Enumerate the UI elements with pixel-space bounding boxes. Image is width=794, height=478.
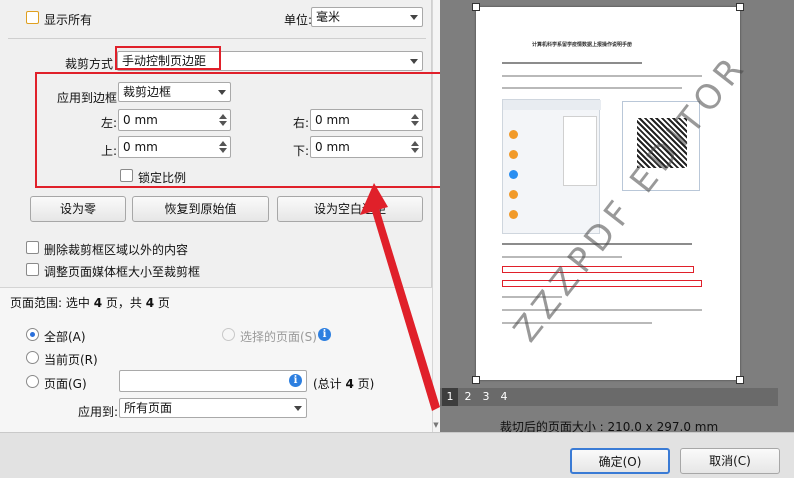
- unit-select[interactable]: 毫米: [311, 7, 423, 27]
- page-range-prefix: 页面范围: 选中: [10, 296, 94, 310]
- app-icon: [509, 170, 518, 179]
- page-number-button[interactable]: 2: [460, 388, 476, 406]
- pages-label: 页面(G): [44, 377, 87, 391]
- cancel-button[interactable]: 取消(C): [680, 448, 780, 474]
- page-thumbnail-bar: 1 2 3 4: [440, 388, 778, 406]
- selected-pages-radio[interactable]: [222, 328, 235, 341]
- pages-input[interactable]: [119, 370, 307, 392]
- doc-red-highlight: [502, 280, 702, 287]
- divider: [8, 38, 426, 39]
- app-icon: [509, 150, 518, 159]
- apply-to-label: 应用到:: [78, 405, 119, 419]
- delete-outside-checkbox[interactable]: [26, 241, 39, 254]
- all-pages-label: 全部(A): [44, 330, 86, 344]
- doc-phone-screenshot: [502, 99, 601, 234]
- chevron-down-icon: [294, 406, 302, 411]
- doc-heading-line: [502, 62, 642, 64]
- crop-handle-bottom-right[interactable]: [736, 376, 744, 384]
- ok-button[interactable]: 确定(O): [570, 448, 670, 474]
- app-icon: [509, 130, 518, 139]
- highlight-margin-settings: [35, 72, 443, 188]
- page-preview: 计算机科学系留学疫情数据上报操作说明手册 ZZZPDF EDITOR: [476, 7, 755, 380]
- pages-radio[interactable]: [26, 375, 39, 388]
- info-icon[interactable]: i: [289, 374, 302, 387]
- arrow-shaft: [371, 205, 440, 411]
- chevron-down-icon: [410, 15, 418, 20]
- resize-mediabox-label: 调整页面媒体框大小至裁剪框: [44, 265, 201, 279]
- current-page-label: 当前页(R): [44, 353, 98, 367]
- app-icon: [509, 210, 518, 219]
- unit-value: 毫米: [316, 10, 341, 24]
- apply-to-select[interactable]: 所有页面: [119, 398, 307, 418]
- doc-text-line: [502, 87, 682, 89]
- phone-menu: [563, 116, 597, 186]
- scroll-down-arrow-icon[interactable]: ▼: [432, 420, 440, 430]
- crop-handle-top-right[interactable]: [736, 3, 744, 11]
- chevron-down-icon: [410, 59, 418, 64]
- annotation-arrow: [360, 183, 440, 411]
- page-range-mid: 页，共: [102, 296, 146, 310]
- arrow-head-icon: [360, 183, 388, 215]
- highlight-crop-method: [115, 46, 221, 70]
- phone-header: [503, 100, 601, 110]
- total-page-count: 4: [145, 296, 155, 310]
- crop-method-label: 裁剪方式: [65, 57, 114, 71]
- app-icon: [509, 190, 518, 199]
- page-number-button[interactable]: 3: [478, 388, 494, 406]
- doc-title: 计算机科学系留学疫情数据上报操作说明手册: [532, 42, 633, 48]
- unit-label: 单位:: [284, 13, 313, 27]
- show-all-label: 显示所有: [44, 13, 93, 27]
- crop-handle-bottom-left[interactable]: [472, 376, 480, 384]
- info-icon[interactable]: i: [318, 328, 331, 341]
- set-zero-button[interactable]: 设为零: [30, 196, 126, 222]
- page-range-header: 页面范围: 选中 4 页，共 4 页: [10, 294, 170, 311]
- current-page-radio[interactable]: [26, 351, 39, 364]
- page-range-suffix: 页: [154, 296, 170, 310]
- apply-to-value: 所有页面: [124, 401, 173, 415]
- dialog-footer: [0, 432, 794, 478]
- restore-original-button[interactable]: 恢复到原始值: [132, 196, 269, 222]
- selected-page-count: 4: [93, 296, 103, 310]
- resize-mediabox-checkbox[interactable]: [26, 263, 39, 276]
- selected-pages-label: 选择的页面(S): [240, 330, 317, 344]
- delete-outside-label: 删除裁剪框区域以外的内容: [44, 243, 189, 257]
- all-pages-radio[interactable]: [26, 328, 39, 341]
- crop-handle-top-left[interactable]: [472, 3, 480, 11]
- show-all-checkbox[interactable]: [26, 11, 39, 24]
- doc-text-line: [502, 75, 702, 77]
- page-number-button[interactable]: 4: [496, 388, 512, 406]
